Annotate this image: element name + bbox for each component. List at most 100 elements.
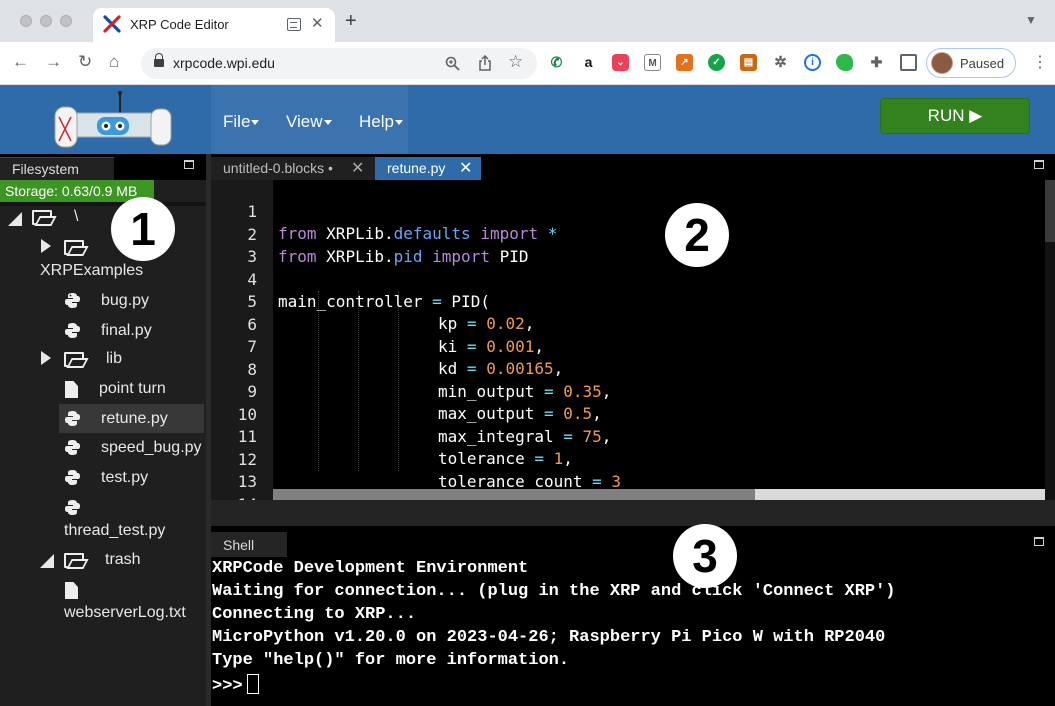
kebab-menu-icon[interactable]: ⋮ xyxy=(1032,52,1048,72)
callout-2: 2 xyxy=(665,203,729,267)
tree-root[interactable]: \ xyxy=(74,208,78,226)
vertical-scroll-thumb[interactable] xyxy=(1045,180,1055,242)
file-icon xyxy=(65,582,78,599)
python-file-icon xyxy=(65,440,80,455)
filesystem-tabbar: Filesystem xyxy=(0,154,206,180)
app-header: File View Help RUN ▶ xyxy=(0,85,1055,154)
chart-icon[interactable]: ↗ xyxy=(676,54,693,71)
code-line: 10 max_integral = 75, xyxy=(211,382,1045,446)
terminal-line: Connecting to XRP... xyxy=(212,605,417,624)
new-tab-button[interactable]: + xyxy=(345,11,357,31)
callout-3: 3 xyxy=(673,524,737,588)
terminal-line: MicroPython v1.20.0 on 2023-04-26; Raspb… xyxy=(212,628,886,647)
code-line: 7 kd = 0.00165, xyxy=(211,314,1045,378)
tree-item-final-py[interactable]: final.py xyxy=(101,322,152,340)
python-file-icon xyxy=(65,323,80,338)
tree-item-lib[interactable]: lib xyxy=(106,350,122,368)
maximize-icon[interactable] xyxy=(1034,537,1044,546)
xrp-robot-logo xyxy=(54,91,172,148)
url-text[interactable]: xrpcode.wpi.edu xyxy=(173,55,275,71)
back-arrow-icon[interactable]: ← xyxy=(12,52,29,72)
terminal-line: Type "help()" for more information. xyxy=(212,651,570,670)
tree-item-speed-bug-py[interactable]: speed_bug.py xyxy=(101,439,202,457)
window-zoom-button[interactable] xyxy=(60,15,72,27)
phone-icon[interactable]: ✆ xyxy=(548,54,565,71)
terminal-line: Waiting for connection... (plug in the X… xyxy=(212,582,896,601)
puzzle-icon[interactable]: ✚ xyxy=(868,54,885,71)
vertical-scrollbar[interactable] xyxy=(1045,180,1055,500)
file-menu[interactable]: File xyxy=(223,112,260,132)
close-icon[interactable]: ✕ xyxy=(459,158,472,178)
tree-item-point-turn[interactable]: point turn xyxy=(99,380,166,398)
orange-app-icon[interactable]: ▤ xyxy=(740,54,757,71)
python-file-icon xyxy=(65,500,80,515)
sidebar-icon[interactable] xyxy=(900,54,917,71)
folder-icon xyxy=(64,352,89,368)
window-close-button[interactable] xyxy=(20,15,32,27)
share-icon[interactable] xyxy=(478,55,492,71)
tree-item-thread-test-py[interactable]: thread_test.py xyxy=(64,522,165,540)
tree-item-trash[interactable]: trash xyxy=(105,551,141,569)
star-icon[interactable]: ☆ xyxy=(508,52,523,72)
code-line: 9 max_output = 0.5, xyxy=(211,359,1045,423)
close-icon[interactable]: ✕ xyxy=(351,158,364,178)
profile-status: Paused xyxy=(960,56,1005,71)
terminal-prompt: >>> xyxy=(212,677,243,696)
tab-untitled-blocks[interactable]: untitled-0.blocks • ✕ xyxy=(211,157,375,180)
python-file-icon xyxy=(65,470,80,485)
help-menu[interactable]: Help xyxy=(359,112,403,132)
expand-triangle-icon[interactable] xyxy=(8,212,22,226)
python-file-icon xyxy=(65,293,80,308)
info-icon[interactable]: i xyxy=(804,54,821,71)
maximize-icon[interactable] xyxy=(1034,160,1044,169)
xrp-favicon-icon xyxy=(103,15,121,33)
window-minimize-button[interactable] xyxy=(40,15,52,27)
gear-icon[interactable]: ✲ xyxy=(772,54,789,71)
browser-tab-active[interactable]: XRP Code Editor ✕ xyxy=(93,8,335,42)
reload-icon[interactable]: ↻ xyxy=(78,52,92,72)
code-line: 6 ki = 0.001, xyxy=(211,292,1045,356)
tree-item-test-py[interactable]: test.py xyxy=(101,469,148,487)
folder-open-icon xyxy=(64,553,89,569)
view-menu[interactable]: View xyxy=(286,112,332,132)
horizontal-scrollbar[interactable] xyxy=(273,489,1045,500)
gmail-icon[interactable]: M xyxy=(644,54,661,71)
pocket-icon[interactable]: ⌄ xyxy=(612,54,629,71)
tab-shell[interactable]: Shell xyxy=(211,532,287,557)
filesystem-scrollbar[interactable] xyxy=(0,202,206,206)
expand-triangle-icon[interactable] xyxy=(40,554,54,568)
tree-item-bug-py[interactable]: bug.py xyxy=(101,292,149,310)
browser-tab-title: XRP Code Editor xyxy=(130,17,229,32)
code-area[interactable]: 1 from XRPLib.defaults import * 2 from X… xyxy=(211,180,1045,500)
amazon-icon[interactable]: a xyxy=(580,54,597,71)
collapse-triangle-icon[interactable] xyxy=(41,239,51,253)
main-menu: File View Help xyxy=(211,85,408,154)
horizontal-scroll-thumb[interactable] xyxy=(273,489,755,500)
home-icon[interactable]: ⌂ xyxy=(109,52,119,72)
tree-item-xrpexamples[interactable]: XRPExamples xyxy=(40,262,143,280)
code-line: 8 min_output = 0.35, xyxy=(211,337,1045,401)
evernote-icon[interactable] xyxy=(836,54,853,71)
forward-arrow-icon[interactable]: → xyxy=(45,52,62,72)
tree-item-webserverlog-txt[interactable]: webserverLog.txt xyxy=(64,604,186,622)
browser-tab-strip: XRP Code Editor ✕ + ▼ xyxy=(0,0,1055,42)
zoom-icon[interactable] xyxy=(445,56,460,71)
terminal-cursor[interactable] xyxy=(246,674,259,694)
run-button[interactable]: RUN ▶ xyxy=(880,98,1030,134)
code-line: 1 from XRPLib.defaults import * xyxy=(211,180,1045,243)
chevron-down-icon[interactable]: ▼ xyxy=(1025,13,1037,27)
terminal-prompt-line[interactable]: >>> xyxy=(212,674,259,696)
address-bar[interactable]: xrpcode.wpi.edu ☆ xyxy=(141,48,537,79)
maximize-icon[interactable] xyxy=(184,160,194,169)
lock-icon[interactable] xyxy=(154,53,164,68)
tree-item-retune-py[interactable]: retune.py xyxy=(101,410,168,428)
tab-filesystem[interactable]: Filesystem xyxy=(0,157,114,180)
tab-close-icon[interactable]: ✕ xyxy=(311,14,324,32)
reader-mode-icon[interactable] xyxy=(287,18,301,31)
tab-label: retune.py xyxy=(387,160,446,176)
check-icon[interactable]: ✓ xyxy=(708,54,725,71)
profile-button[interactable]: Paused xyxy=(926,48,1016,78)
tab-retune-py[interactable]: retune.py ✕ xyxy=(375,157,481,180)
collapse-triangle-icon[interactable] xyxy=(41,351,51,365)
code-line: 4 main_controller = PID( xyxy=(211,247,1045,311)
